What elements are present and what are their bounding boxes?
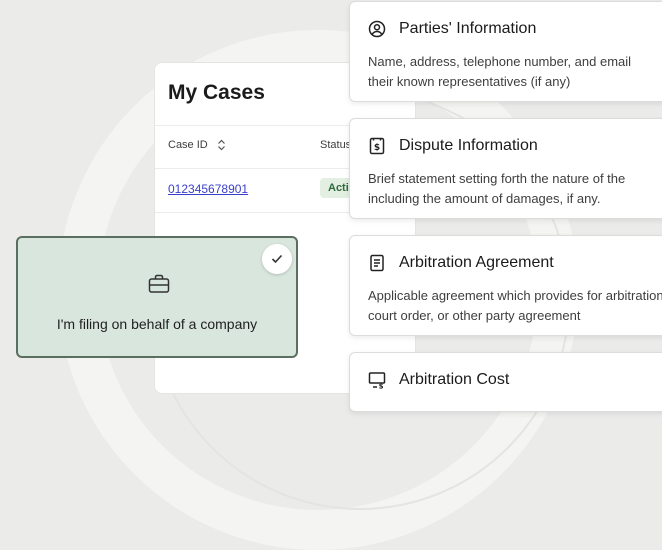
document-icon bbox=[370, 254, 384, 272]
svg-text:$: $ bbox=[379, 383, 384, 390]
card-description-line: including the amount of damages, if any. bbox=[368, 191, 601, 206]
sort-icon[interactable] bbox=[217, 139, 226, 151]
card-description-line: Brief statement setting forth the nature… bbox=[368, 171, 626, 186]
monitor-dollar-icon: $ bbox=[368, 372, 386, 390]
parties-information-card: Parties' Information Name, address, tele… bbox=[349, 1, 662, 102]
company-option-label: I'm filing on behalf of a company bbox=[56, 316, 258, 332]
arbitration-cost-card: $ Arbitration Cost bbox=[349, 352, 662, 412]
check-icon bbox=[271, 254, 283, 264]
receipt-dollar-icon: $ bbox=[369, 137, 385, 155]
briefcase-icon bbox=[148, 274, 170, 293]
card-description: Name, address, telephone number, and ema… bbox=[368, 52, 662, 92]
case-id-link[interactable]: 012345678901 bbox=[168, 182, 248, 196]
user-circle-icon bbox=[368, 20, 386, 38]
card-description-line: Name, address, telephone number, and ema… bbox=[368, 54, 632, 69]
card-title: Parties' Information bbox=[399, 20, 537, 37]
card-description: Brief statement setting forth the nature… bbox=[368, 169, 662, 209]
card-title: Dispute Information bbox=[399, 137, 538, 154]
card-description-line: Applicable agreement which provides for … bbox=[368, 288, 662, 303]
card-description-line: court order, or other party agreement bbox=[368, 308, 581, 323]
card-description-line: their known representatives (if any) bbox=[368, 74, 571, 89]
column-header-status[interactable]: Status bbox=[320, 139, 351, 151]
column-header-case-id[interactable]: Case ID bbox=[168, 139, 226, 151]
svg-text:$: $ bbox=[374, 143, 380, 153]
my-cases-title: My Cases bbox=[168, 81, 265, 104]
arbitration-agreement-card: Arbitration Agreement Applicable agreeme… bbox=[349, 235, 662, 336]
company-filing-option[interactable]: I'm filing on behalf of a company bbox=[16, 236, 298, 358]
card-title: Arbitration Agreement bbox=[399, 254, 554, 271]
dispute-information-card: $ Dispute Information Brief statement se… bbox=[349, 118, 662, 219]
card-description: Applicable agreement which provides for … bbox=[368, 286, 662, 326]
selected-check-badge bbox=[262, 244, 292, 274]
card-title: Arbitration Cost bbox=[399, 371, 510, 388]
column-header-label: Case ID bbox=[168, 139, 208, 151]
